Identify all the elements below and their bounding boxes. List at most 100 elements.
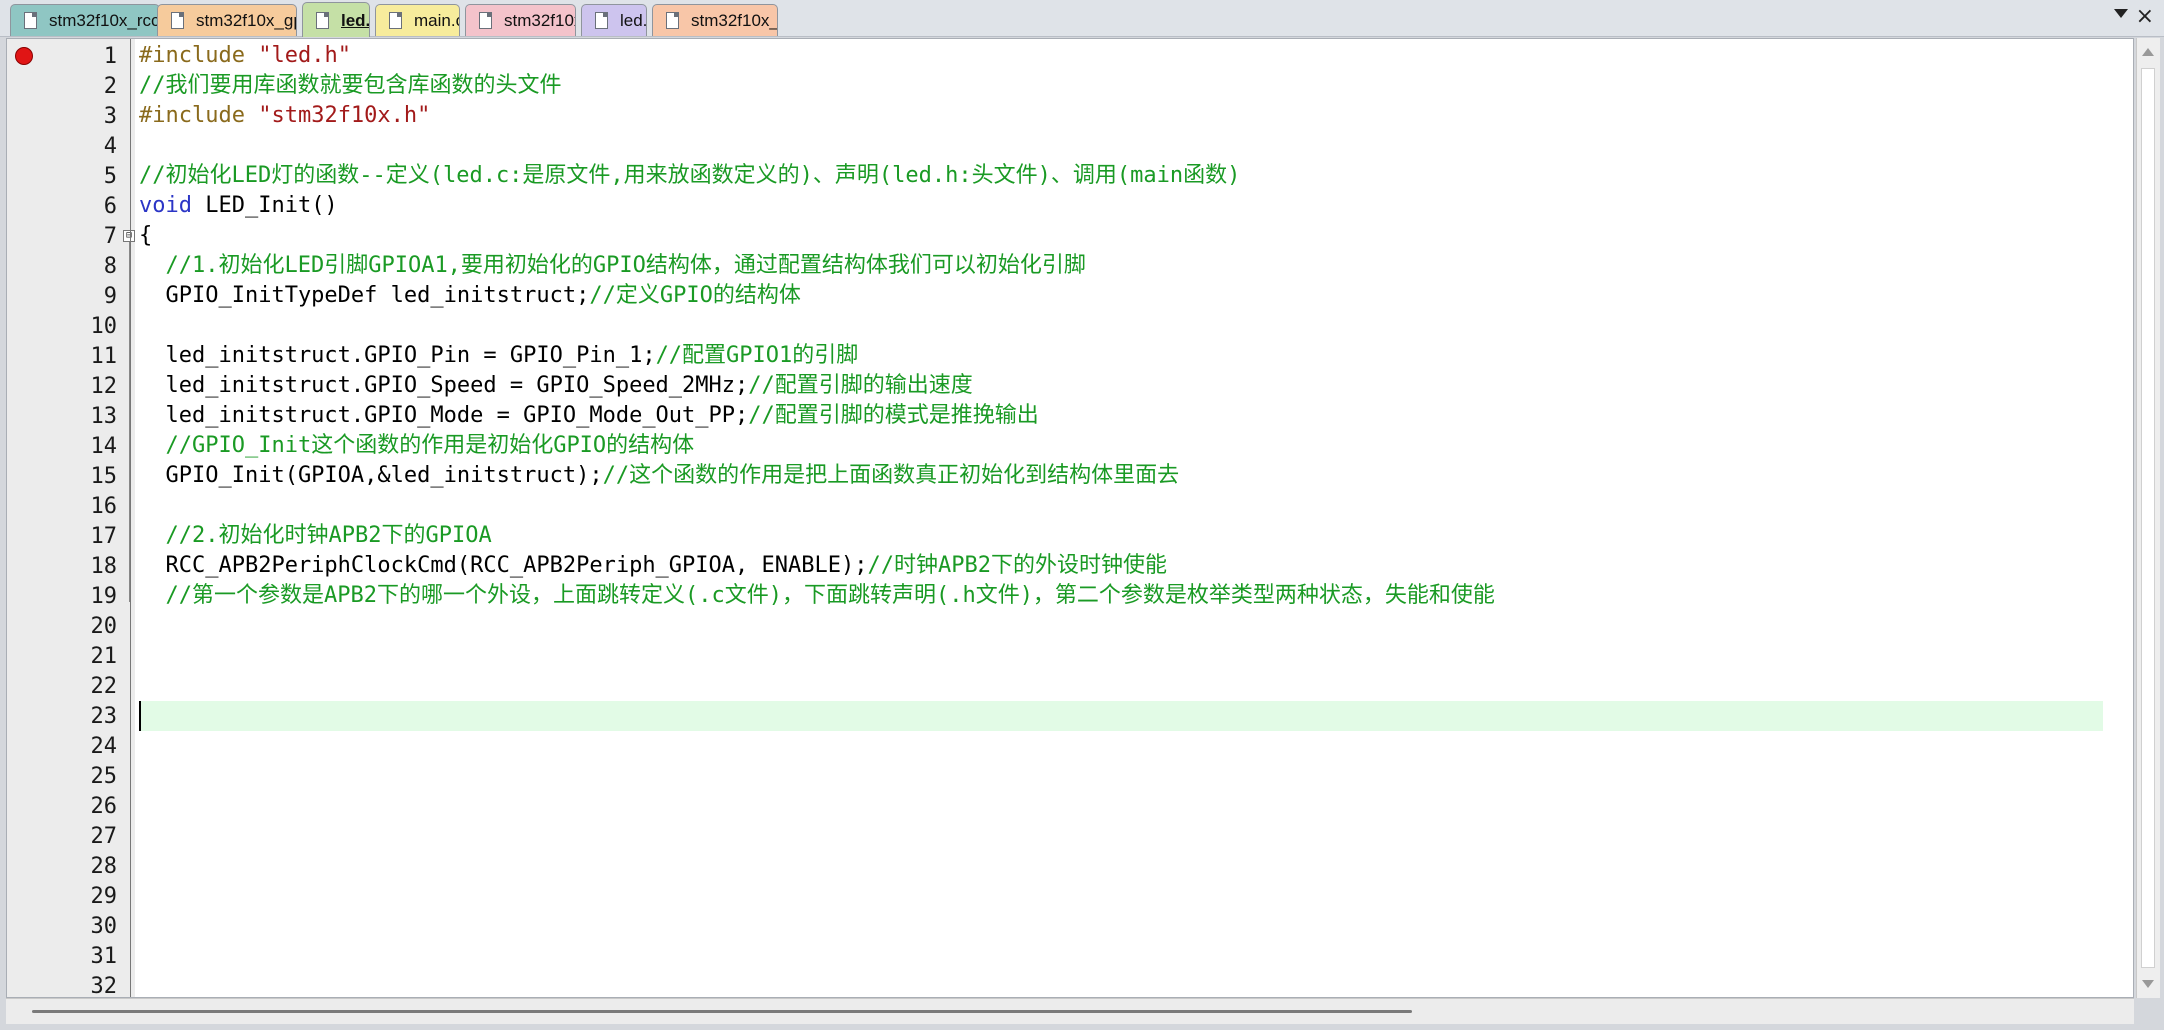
scroll-up-arrow-icon[interactable] (2142, 48, 2154, 56)
breakpoint-icon[interactable] (15, 47, 33, 65)
code-line[interactable] (139, 311, 2103, 341)
scroll-down-arrow-icon[interactable] (2142, 980, 2154, 988)
horizontal-scroll-thumb[interactable] (32, 1010, 1412, 1013)
code-comment: //配置引脚的输出速度 (748, 373, 973, 398)
code-comment: //这个函数的作用是把上面函数真正初始化到结构体里面去 (602, 463, 1180, 488)
code-line[interactable]: #include "stm32f10x.h" (139, 101, 2103, 131)
tab-led-c[interactable]: led.c (302, 2, 370, 37)
code-comment: //定义GPIO的结构体 (589, 283, 801, 308)
line-number: 28 (90, 854, 118, 879)
code-line[interactable] (139, 641, 2103, 671)
line-number: 17 (90, 524, 118, 549)
tab-label: main.c* (414, 11, 459, 30)
code-text: { (139, 223, 153, 248)
line-number: 8 (103, 254, 117, 279)
line-number: 14 (90, 434, 118, 459)
code-line[interactable] (139, 911, 2103, 941)
code-line[interactable]: //1.初始化LED引脚GPIOA1,要用初始化的GPIO结构体，通过配置结构体… (139, 251, 2103, 281)
line-number: 21 (90, 644, 118, 669)
file-icon (171, 12, 184, 29)
code-line[interactable]: led_initstruct.GPIO_Pin = GPIO_Pin_1;//配… (139, 341, 2103, 371)
code-line[interactable] (139, 671, 2103, 701)
line-number: 23 (90, 704, 118, 729)
file-icon (24, 12, 37, 29)
code-line[interactable]: GPIO_InitTypeDef led_initstruct;//定义GPIO… (139, 281, 2103, 311)
code-line[interactable] (139, 731, 2103, 761)
chevron-down-icon[interactable] (2114, 9, 2128, 18)
code-string: "led.h" (258, 43, 351, 68)
code-keyword: void (139, 193, 192, 218)
code-text: LED_Init() (191, 193, 338, 218)
tab-label: stm32f10x_gpio.h (196, 11, 296, 30)
line-number: 31 (90, 944, 118, 969)
code-comment: //配置引脚的模式是推挽输出 (748, 403, 1039, 428)
line-number: 25 (90, 764, 118, 789)
tab-stm32f10x-rcc-c[interactable]: stm32f10x_rcc.c (652, 4, 778, 36)
gutter-separator (130, 39, 131, 997)
code-line[interactable]: //初始化LED灯的函数--定义(led.c:是原文件,用来放函数定义的)、声明… (139, 161, 2103, 191)
vertical-scrollbar[interactable] (2136, 38, 2160, 998)
tab-label: led.c (341, 11, 370, 30)
code-line[interactable] (139, 971, 2103, 997)
code-line[interactable]: #include "led.h" (139, 41, 2103, 71)
code-line[interactable]: //2.初始化时钟APB2下的GPIOA (139, 521, 2103, 551)
code-line[interactable]: GPIO_Init(GPIOA,&led_initstruct);//这个函数的… (139, 461, 2103, 491)
code-line[interactable] (139, 941, 2103, 971)
code-line[interactable]: { (139, 221, 2103, 251)
code-line[interactable] (139, 491, 2103, 521)
code-line[interactable]: led_initstruct.GPIO_Mode = GPIO_Mode_Out… (139, 401, 2103, 431)
code-comment: //第一个参数是APB2下的哪一个外设，上面跳转定义(.c文件)，下面跳转声明(… (165, 583, 1495, 608)
code-line[interactable]: //GPIO_Init这个函数的作用是初始化GPIO的结构体 (139, 431, 2103, 461)
code-line[interactable] (139, 881, 2103, 911)
line-number: 29 (90, 884, 118, 909)
code-line[interactable] (139, 851, 2103, 881)
tab-stm32f10x-h[interactable]: stm32f10x.h (465, 4, 576, 36)
line-number: 7 (103, 224, 117, 249)
tab-label: stm32f10x_rcc.h (49, 11, 160, 30)
line-number: 5 (103, 164, 117, 189)
line-number: 10 (90, 314, 118, 339)
line-number-gutter: 1 2 3 4 5 6 7 ⊟ 8 9 10 11 12 13 14 15 16 17 18 19 20 21 22 23 24… (7, 39, 135, 997)
code-line[interactable]: led_initstruct.GPIO_Speed = GPIO_Speed_2… (139, 371, 2103, 401)
line-number: 4 (103, 134, 117, 159)
code-line[interactable]: //第一个参数是APB2下的哪一个外设，上面跳转定义(.c文件)，下面跳转声明(… (139, 581, 2103, 611)
code-line[interactable]: RCC_APB2PeriphClockCmd(RCC_APB2Periph_GP… (139, 551, 2103, 581)
line-number: 13 (90, 404, 118, 429)
fold-toggle-icon[interactable]: ⊟ (123, 230, 135, 242)
code-comment: //GPIO_Init这个函数的作用是初始化GPIO的结构体 (165, 433, 695, 458)
file-icon (316, 12, 329, 29)
code-line[interactable]: void LED_Init() (139, 191, 2103, 221)
tab-main-c[interactable]: main.c* (375, 4, 460, 36)
line-number: 26 (90, 794, 118, 819)
code-comment: //时钟APB2下的外设时钟使能 (867, 553, 1167, 578)
code-text: RCC_APB2PeriphClockCmd(RCC_APB2Periph_GP… (139, 553, 868, 578)
file-icon (595, 12, 608, 29)
tab-bar: stm32f10x_rcc.h stm32f10x_gpio.h led.c main… (0, 0, 2164, 37)
code-line[interactable] (139, 791, 2103, 821)
tab-stm32f10x-rcc-h[interactable]: stm32f10x_rcc.h (10, 4, 160, 36)
code-line[interactable] (139, 821, 2103, 851)
tab-stm32f10x-gpio-h[interactable]: stm32f10x_gpio.h (157, 4, 297, 36)
code-line[interactable] (139, 611, 2103, 641)
line-number: 1 (103, 44, 117, 69)
tab-led-h[interactable]: led.h (581, 4, 647, 36)
code-editor[interactable]: 1 2 3 4 5 6 7 ⊟ 8 9 10 11 12 13 14 15 16 17 18 19 20 21 22 23 24… (6, 38, 2134, 998)
code-line[interactable] (139, 761, 2103, 791)
code-preprocessor: #include (139, 43, 259, 68)
file-icon (389, 12, 402, 29)
file-icon (479, 12, 492, 29)
vertical-scroll-thumb[interactable] (2141, 68, 2155, 968)
tab-label: stm32f10x_rcc.c (691, 11, 778, 30)
horizontal-scrollbar[interactable] (6, 998, 2134, 1024)
code-comment: //初始化LED灯的函数--定义(led.c:是原文件,用来放函数定义的)、声明… (139, 163, 1241, 188)
code-line[interactable]: //我们要用库函数就要包含库函数的头文件 (139, 71, 2103, 101)
line-number: 18 (90, 554, 118, 579)
code-line[interactable] (139, 131, 2103, 161)
close-icon[interactable]: × (2136, 2, 2154, 32)
code-line[interactable] (139, 701, 2103, 731)
code-comment: //2.初始化时钟APB2下的GPIOA (165, 523, 492, 548)
